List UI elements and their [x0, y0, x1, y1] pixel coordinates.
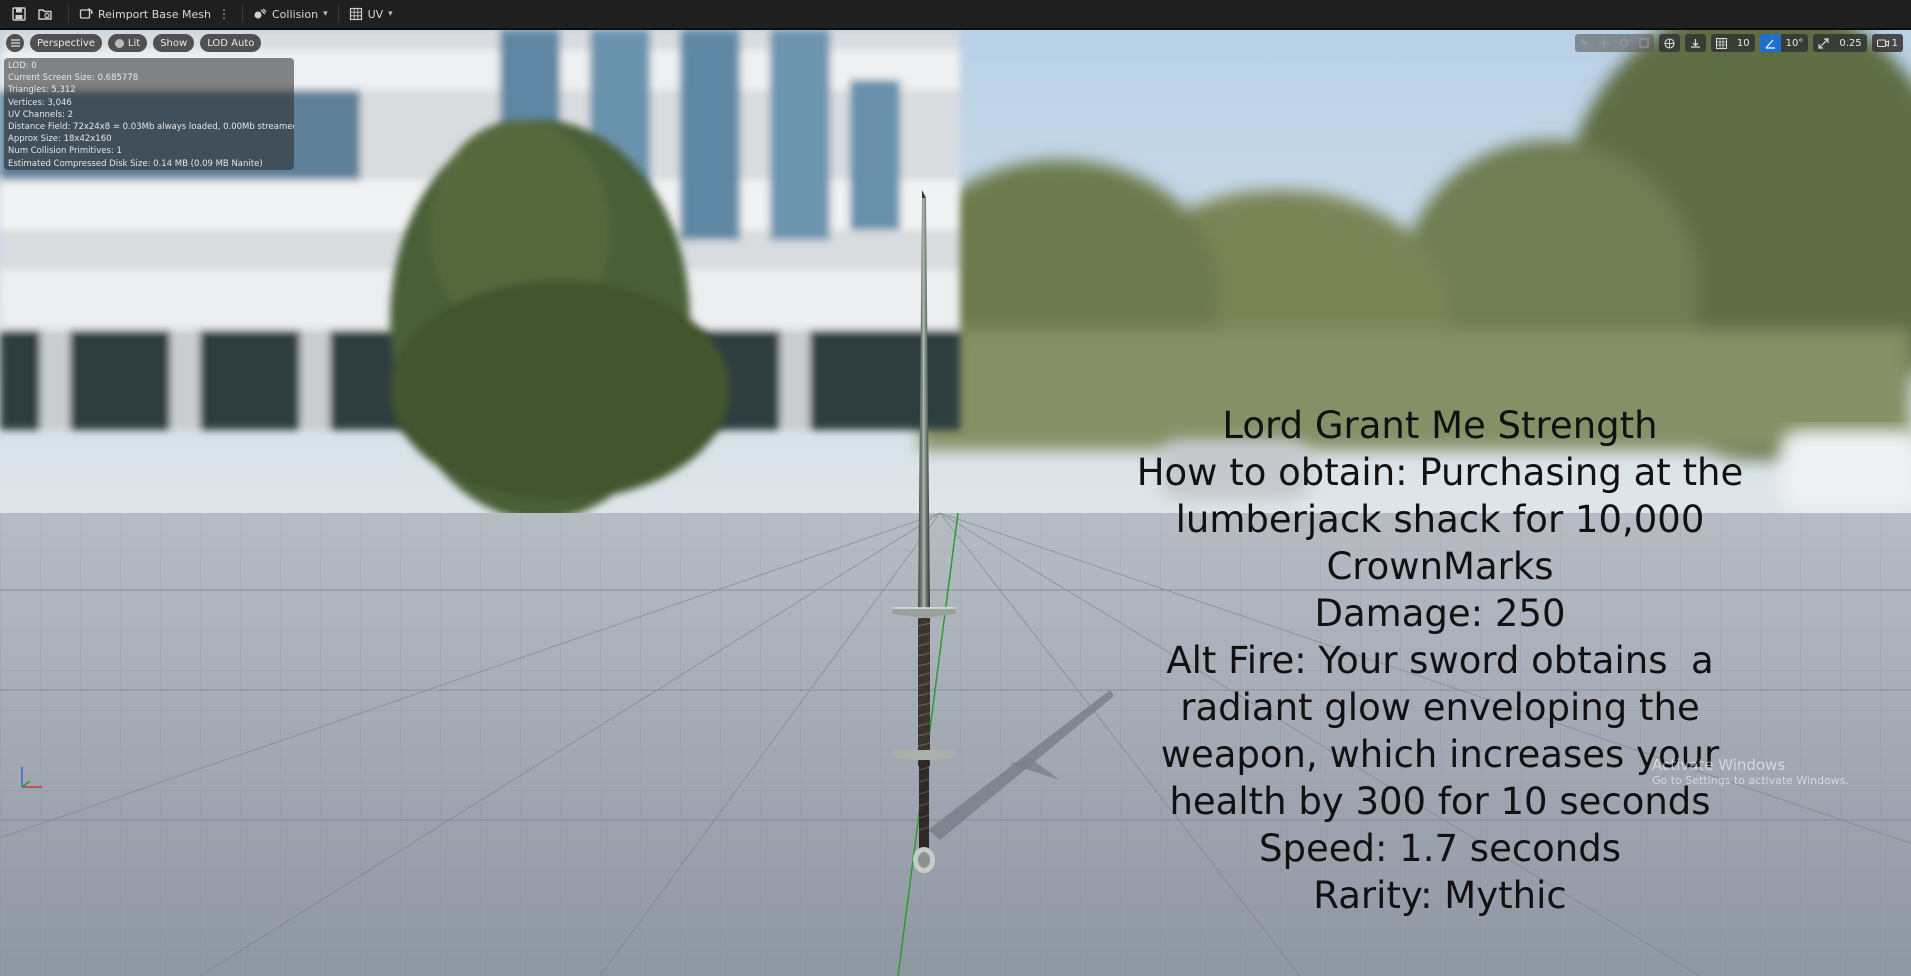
camera-speed-button[interactable]: 1	[1871, 34, 1903, 52]
camera-icon	[1876, 39, 1889, 48]
weapon-info-line: Alt Fire: Your sword obtains a	[1166, 639, 1714, 682]
reimport-base-mesh-button[interactable]: Reimport Base Mesh ⋮	[73, 2, 238, 26]
weapon-info-line: lumberjack shack for 10,000	[1175, 498, 1705, 541]
stats-line: UV Channels: 2	[8, 109, 74, 120]
scale-snap-group: 0.25	[1813, 34, 1867, 52]
lit-button[interactable]: Lit	[107, 34, 148, 52]
viewport-transform-bar: 10 10° 0.25 1	[1574, 34, 1903, 52]
stats-line: Current Screen Size: 0.685778	[8, 73, 139, 84]
watermark-subtitle: Go to Settings to activate Windows.	[1652, 774, 1850, 787]
rotate-mode-button[interactable]	[1613, 34, 1634, 52]
rotation-snap-toggle[interactable]	[1759, 34, 1781, 52]
weapon-info-line: CrownMarks	[1326, 545, 1554, 588]
stats-line: Triangles: 5,312	[8, 85, 76, 96]
show-label: Show	[160, 37, 188, 49]
grid-snap-value[interactable]: 10	[1731, 34, 1755, 52]
collision-label: Collision	[271, 7, 319, 21]
toolbar-divider	[241, 5, 243, 23]
toolbar-divider	[337, 5, 339, 23]
stats-line: Num Collision Primitives: 1	[8, 146, 122, 157]
scale-snap-value-label: 0.25	[1839, 37, 1862, 49]
collision-icon	[254, 8, 267, 19]
cursor-icon	[1580, 39, 1588, 47]
perspective-button[interactable]: Perspective	[30, 34, 102, 52]
scale-snap-icon	[1818, 37, 1829, 49]
lod-label: LOD Auto	[207, 37, 255, 49]
globe-icon	[1664, 37, 1675, 49]
lit-icon	[114, 38, 124, 48]
save-icon	[12, 7, 26, 21]
rotate-icon	[1619, 38, 1628, 48]
uv-grid-icon	[349, 7, 362, 21]
watermark-title: Activate Windows	[1652, 756, 1786, 774]
lit-label: Lit	[127, 37, 141, 49]
grid-snap-group: 10	[1710, 34, 1755, 52]
surface-snap-icon	[1690, 38, 1700, 48]
weapon-info-line: Damage: 250	[1314, 592, 1566, 635]
uv-dropdown[interactable]: UV ▾	[343, 2, 399, 26]
scale-snap-toggle[interactable]	[1813, 34, 1835, 52]
static-mesh-viewport[interactable]: Perspective Lit Show LOD Auto LOD: 0 Cur…	[0, 30, 1911, 976]
grid-icon	[1715, 37, 1727, 49]
grid-snap-toggle[interactable]	[1710, 34, 1732, 52]
toolbar-divider	[68, 5, 69, 23]
show-button[interactable]: Show	[153, 34, 195, 52]
select-mode-button[interactable]	[1574, 34, 1594, 52]
lod-button[interactable]: LOD Auto	[200, 34, 262, 52]
reimport-options-icon[interactable]: ⋮	[216, 7, 232, 21]
weapon-title: Lord Grant Me Strength	[1222, 404, 1658, 447]
save-button[interactable]	[6, 2, 32, 26]
rotation-snap-value-label: 10°	[1785, 37, 1804, 49]
coordinate-space-button[interactable]	[1658, 34, 1680, 52]
mesh-stats-overlay: LOD: 0 Current Screen Size: 0.685778 Tri…	[4, 58, 294, 170]
stats-line: LOD: 0	[8, 61, 37, 71]
weapon-info-line: Rarity: Mythic	[1313, 874, 1567, 917]
angle-icon	[1765, 39, 1775, 49]
reimport-label: Reimport Base Mesh	[98, 7, 211, 21]
move-icon	[1598, 38, 1609, 48]
grid-snap-value-label: 10	[1736, 37, 1750, 49]
weapon-info-text: Lord Grant Me Strength How to obtain: Pu…	[1100, 402, 1780, 919]
stats-line: Approx Size: 18x42x160	[8, 134, 112, 145]
stats-line: Distance Field: 72x24x8 = 0.03Mb always …	[8, 122, 294, 133]
weapon-info-line: radiant glow enveloping the	[1180, 686, 1700, 729]
scale-snap-value[interactable]: 0.25	[1834, 34, 1867, 52]
rotation-snap-value[interactable]: 10°	[1780, 34, 1809, 52]
activate-windows-watermark: Activate Windows Go to Settings to activ…	[1652, 756, 1849, 787]
collision-dropdown[interactable]: Collision ▾	[247, 2, 334, 26]
surface-snap-button[interactable]	[1684, 34, 1706, 52]
translate-mode-button[interactable]	[1593, 34, 1614, 52]
viewport-options-bar: Perspective Lit Show LOD Auto	[6, 34, 262, 52]
rotation-snap-group: 10°	[1759, 34, 1809, 52]
reimport-icon	[79, 8, 93, 19]
hamburger-icon	[10, 39, 20, 47]
scale-icon	[1639, 38, 1649, 48]
stats-line: Vertices: 3,046	[8, 97, 72, 108]
weapon-info-line: Speed: 1.7 seconds	[1258, 827, 1622, 870]
viewport-menu-button[interactable]	[6, 34, 24, 52]
transform-mode-group	[1574, 34, 1654, 52]
browse-asset-icon	[38, 9, 52, 20]
stats-line: Estimated Compressed Disk Size: 0.14 MB …	[8, 158, 263, 169]
chevron-down-icon: ▾	[388, 9, 393, 19]
uv-label: UV	[367, 7, 384, 21]
scale-mode-button[interactable]	[1633, 34, 1654, 52]
weapon-info-line: How to obtain: Purchasing at the	[1136, 451, 1744, 494]
chevron-down-icon: ▾	[323, 9, 328, 19]
editor-toolbar: Reimport Base Mesh ⋮ Collision ▾ UV ▾	[0, 0, 1911, 30]
perspective-label: Perspective	[37, 37, 95, 49]
axis-gizmo-icon	[21, 767, 42, 788]
camera-speed-label: 1	[1891, 37, 1898, 49]
browse-asset-button[interactable]	[32, 2, 58, 26]
